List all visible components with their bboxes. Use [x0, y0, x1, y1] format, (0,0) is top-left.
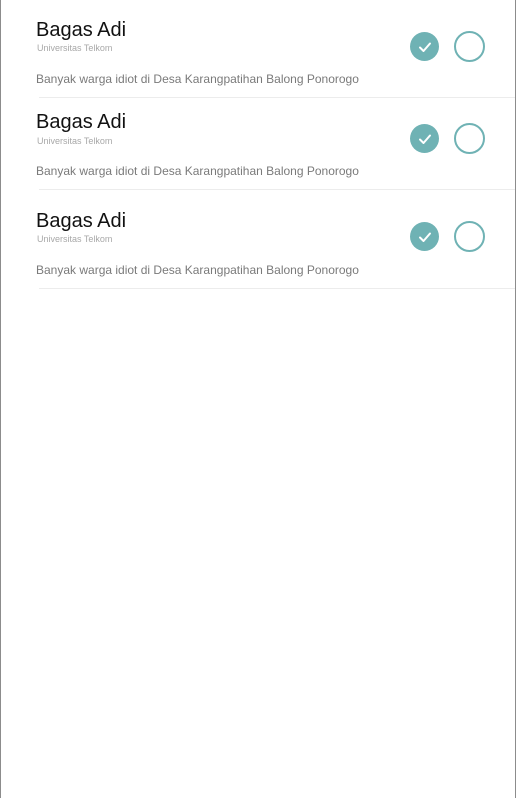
- reject-button[interactable]: [454, 123, 485, 154]
- check-icon: [418, 232, 431, 242]
- item-organization: Universitas Telkom: [37, 136, 113, 146]
- divider: [39, 288, 515, 289]
- reject-button[interactable]: [454, 221, 485, 252]
- item-name: Bagas Adi: [36, 210, 127, 232]
- accept-button[interactable]: [410, 124, 439, 153]
- list-item[interactable]: Bagas Adi Universitas Telkom Banyak warg…: [1, 190, 515, 290]
- check-icon: [418, 42, 431, 52]
- item-organization: Universitas Telkom: [37, 43, 113, 53]
- item-organization: Universitas Telkom: [37, 234, 113, 244]
- item-message: Banyak warga idiot di Desa Karangpatihan…: [36, 164, 359, 178]
- item-message: Banyak warga idiot di Desa Karangpatihan…: [36, 72, 359, 86]
- list-item[interactable]: Bagas Adi Universitas Telkom Banyak warg…: [1, 98, 515, 190]
- accept-button[interactable]: [410, 222, 439, 251]
- screen: Bagas Adi Universitas Telkom Banyak warg…: [0, 0, 516, 798]
- list-item[interactable]: Bagas Adi Universitas Telkom Banyak warg…: [1, 0, 515, 98]
- item-name: Bagas Adi: [36, 111, 127, 133]
- accept-button[interactable]: [410, 32, 439, 61]
- reject-button[interactable]: [454, 31, 485, 62]
- check-icon: [418, 134, 431, 144]
- item-name: Bagas Adi: [36, 19, 127, 41]
- item-message: Banyak warga idiot di Desa Karangpatihan…: [36, 263, 359, 277]
